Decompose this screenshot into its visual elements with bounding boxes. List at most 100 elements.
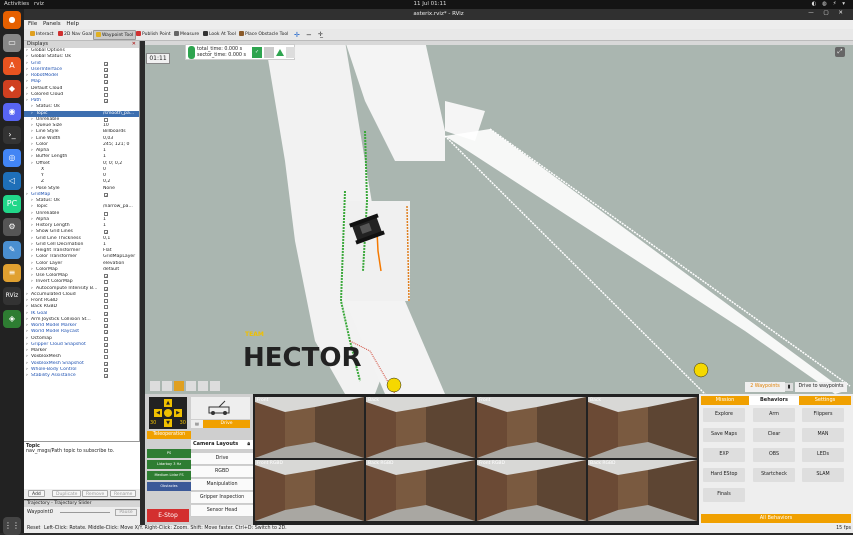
menu-help[interactable]: Help [66, 21, 79, 27]
layout-sensor-head-button[interactable]: Sensor Head [191, 505, 253, 517]
left-arrow-icon[interactable]: ◀ [154, 409, 162, 417]
display-checkbox[interactable] [104, 305, 108, 310]
display-row[interactable]: › Stability Assistance ✓ [24, 373, 139, 379]
camera-view[interactable]: Back RGBD [588, 460, 697, 521]
display-checkbox[interactable]: ✓ [104, 99, 108, 104]
display-checkbox[interactable]: ✓ [104, 330, 108, 335]
up-arrow-icon[interactable]: ▲ [164, 399, 172, 407]
flippers-button[interactable]: Flippers [802, 408, 844, 422]
files-icon[interactable]: ▭ [3, 34, 21, 52]
app-grid-icon[interactable]: ⋮⋮ [3, 517, 21, 535]
display-checkbox[interactable] [104, 211, 108, 216]
display-checkbox[interactable] [104, 317, 108, 322]
camera-view[interactable]: Front [255, 397, 364, 458]
man-button[interactable]: MAN [802, 428, 844, 442]
layers-icon[interactable]: ≡ [3, 264, 21, 282]
display-checkbox[interactable]: ✓ [104, 67, 108, 72]
check-icon[interactable]: ✓ [252, 47, 262, 58]
slam-button[interactable]: SLAM [802, 468, 844, 482]
display-checkbox[interactable]: ✓ [104, 274, 108, 279]
display-checkbox[interactable]: ✓ [104, 61, 108, 66]
camera-view[interactable]: Front RGBD [255, 460, 364, 521]
discord-icon[interactable]: ◉ [3, 103, 21, 121]
text-editor-icon[interactable]: ✎ [3, 241, 21, 259]
tab-mission[interactable]: Mission [701, 396, 749, 405]
display-checkbox[interactable]: ✓ [104, 192, 108, 197]
down-arrow-icon[interactable]: ▼ [164, 419, 172, 427]
mini-status-medium-lidar[interactable]: Medium Lidar FS [147, 471, 191, 480]
manual-mode-icon[interactable]: ▤ [191, 420, 203, 428]
firefox-icon[interactable]: ● [3, 11, 21, 29]
fullscreen-icon[interactable]: ⤢ [835, 47, 845, 57]
obs-button[interactable]: OBS [753, 448, 795, 462]
lock-icon[interactable]: 🔒︎ [247, 440, 250, 449]
display-checkbox[interactable]: ✓ [104, 286, 108, 291]
reset-button[interactable]: Reset [27, 525, 40, 533]
add-tool-icon[interactable]: ✛ [292, 30, 302, 40]
clear-button[interactable]: Clear [753, 428, 795, 442]
waypoint-slider[interactable] [60, 512, 110, 513]
system-tray-icons[interactable]: ◐ ◍ ⚡ ▾ [812, 1, 847, 7]
camera-view[interactable]: Front [477, 397, 586, 458]
display-checkbox[interactable]: ✓ [104, 342, 108, 347]
layout-drive-button[interactable]: Drive [191, 453, 253, 465]
hard-estop-button[interactable]: Hard EStop [703, 468, 745, 482]
publish-point-tool-button[interactable]: Publish Point [134, 30, 173, 40]
display-checkbox[interactable] [104, 355, 108, 360]
camera-view[interactable]: Back [588, 397, 697, 458]
display-checkbox[interactable] [104, 349, 108, 353]
nav-goal-tool-button[interactable]: 2D Nav Goal [56, 30, 94, 40]
display-checkbox[interactable]: ✓ [104, 311, 108, 316]
mini-status-lidar[interactable]: Lidarboy 3 Hz [147, 460, 191, 469]
window-controls[interactable]: — ▢ ✕ [808, 10, 847, 16]
display-checkbox[interactable]: ✓ [104, 74, 108, 79]
display-checkbox[interactable]: ✓ [104, 361, 108, 366]
3d-viewport[interactable]: TEAM HECTOR ⤢ [145, 41, 853, 394]
camera-view[interactable]: Front RGBD [477, 460, 586, 521]
display-checkbox[interactable]: ✓ [104, 374, 108, 379]
terminal-icon[interactable]: ›_ [3, 126, 21, 144]
right-arrow-icon[interactable]: ▶ [174, 409, 182, 417]
add-display-button[interactable]: Add [28, 490, 45, 497]
explore-button[interactable]: Explore [703, 408, 745, 422]
grid-tool-icon[interactable] [162, 381, 172, 391]
clock[interactable]: 11 Jul 01:11 [400, 1, 460, 7]
display-checkbox[interactable]: ✓ [104, 367, 108, 372]
teleop-tab[interactable]: Teleoperation [147, 431, 191, 439]
display-checkbox[interactable] [104, 299, 108, 303]
look-at-tool-button[interactable]: Look At Tool [201, 30, 238, 40]
display-checkbox[interactable]: ✓ [104, 80, 108, 85]
menu-file[interactable]: File [28, 21, 37, 27]
camera-tool-icon[interactable] [150, 381, 160, 391]
trash-icon[interactable]: ▮ [785, 383, 793, 391]
display-checkbox[interactable]: ✓ [104, 324, 108, 329]
ruler-tool-icon[interactable] [198, 381, 208, 391]
camera-view[interactable]: Back RGBD [366, 460, 475, 521]
display-checkbox[interactable] [104, 86, 108, 91]
rviz-icon[interactable]: RViz [3, 287, 21, 305]
layout-manipulation-button[interactable]: Manipulation [191, 479, 253, 491]
layout-gripper-inspection-button[interactable]: Gripper Inspection [191, 492, 253, 504]
estop-button[interactable]: E-Stop [147, 509, 189, 522]
software-center-icon[interactable]: A [3, 57, 21, 75]
expand-arrow-icon[interactable]: › [26, 373, 28, 379]
save-maps-button[interactable]: Save Maps [703, 428, 745, 442]
tool-options-icon[interactable]: ✛̲ [316, 30, 325, 40]
ubuntu-app-icon[interactable]: ◆ [3, 80, 21, 98]
display-checkbox[interactable] [104, 336, 108, 341]
close-panel-icon[interactable]: ✕ [132, 41, 136, 48]
display-checkbox[interactable] [104, 117, 108, 122]
pycharm-icon[interactable]: PC [3, 195, 21, 213]
pause-button[interactable]: Pause [115, 509, 137, 516]
display-checkbox[interactable] [104, 292, 108, 297]
mini-status-obstacles[interactable]: Obstacles [147, 482, 191, 491]
arm-button[interactable]: Arm [753, 408, 795, 422]
remove-display-button[interactable]: Remove [82, 490, 109, 497]
settings-icon[interactable]: ⚙ [3, 218, 21, 236]
menu-panels[interactable]: Panels [43, 21, 61, 27]
exp-button[interactable]: EXP [703, 448, 745, 462]
tab-behaviors[interactable]: Behaviors [749, 396, 799, 405]
drive-to-waypoints-button[interactable]: Drive to waypoints [795, 382, 847, 392]
measure-tool-button[interactable]: Measure [172, 30, 201, 40]
all-behaviors-button[interactable]: All Behaviors [701, 514, 851, 523]
